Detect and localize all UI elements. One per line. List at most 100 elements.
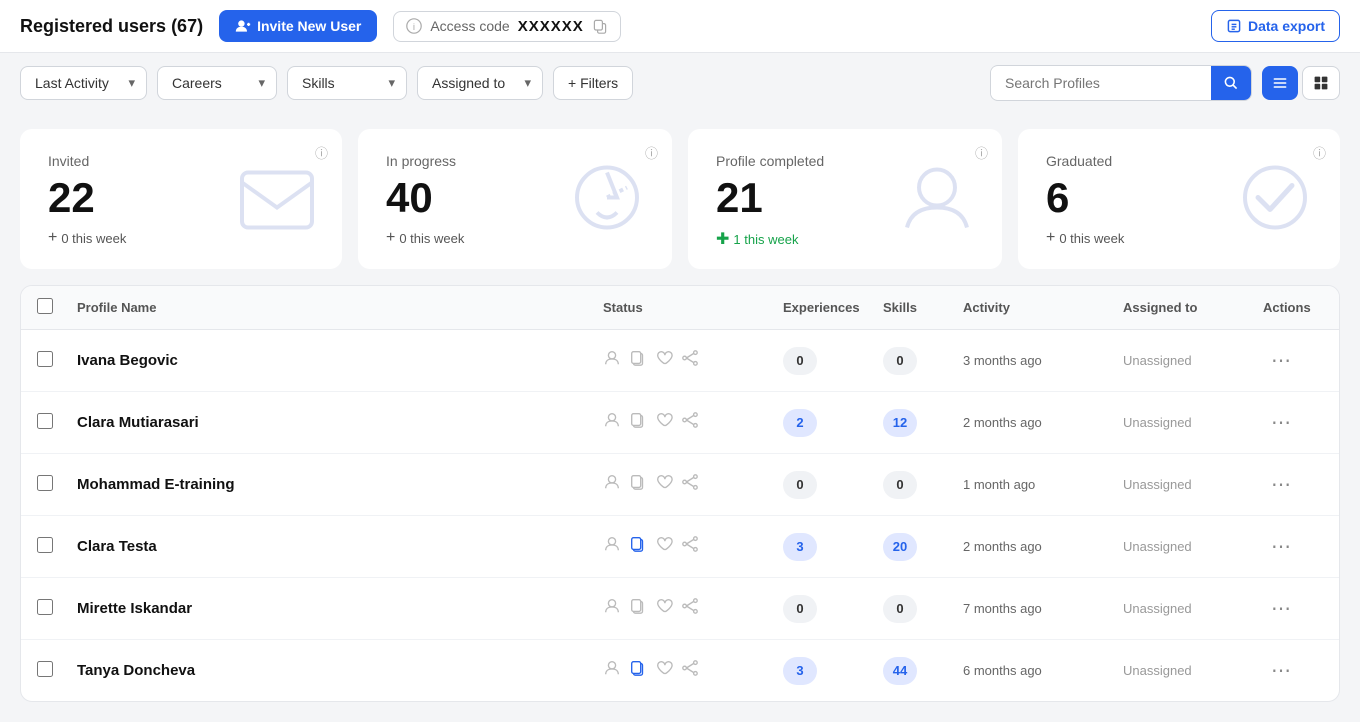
col-profile-name: Profile Name [77,300,603,315]
copy-doc-icon [629,349,647,372]
row-actions-button[interactable]: ⋯ [1263,530,1299,563]
row-checkbox-1[interactable] [37,413,53,429]
stat-card-profile-completed: ⓘ Profile completed 21 ✚ 1 this week [688,129,1002,269]
activity-text: 3 months ago [963,353,1123,368]
skills-filter[interactable]: Skills [287,66,407,100]
row-actions-button[interactable]: ⋯ [1263,654,1299,687]
assigned-to-text: Unassigned [1123,601,1263,616]
stat-card-graduated: ⓘ Graduated 6 + 0 this week [1018,129,1340,269]
status-icons [603,597,783,620]
assigned-to-text: Unassigned [1123,539,1263,554]
list-view-icon [1272,75,1288,91]
status-icons [603,349,783,372]
careers-filter-wrap: Careers [157,66,277,100]
table-row: Tanya Doncheva 3 44 6 months ago Unassig… [21,640,1339,701]
skills-badge: 0 [883,471,917,499]
status-icons [603,659,783,682]
col-assigned-to: Assigned to [1123,300,1263,315]
heart-icon [655,349,673,372]
col-experiences: Experiences [783,300,883,315]
info-icon: i [406,18,422,34]
search-wrap [990,65,1252,101]
skills-badge: 44 [883,657,917,685]
copy-icon[interactable] [592,18,608,34]
row-checkbox-3[interactable] [37,537,53,553]
stats-row: ⓘ Invited 22 + 0 this week ⓘ In progress… [0,113,1360,285]
row-checkbox-0[interactable] [37,351,53,367]
data-export-button[interactable]: Data export [1211,10,1340,42]
skills-badge: 0 [883,595,917,623]
stat-icon [232,153,322,246]
assigned-to-filter[interactable]: Assigned to [417,66,543,100]
activity-text: 1 month ago [963,477,1123,492]
assigned-to-filter-wrap: Assigned to [417,66,543,100]
last-activity-filter[interactable]: Last Activity [20,66,147,100]
table-row: Mirette Iskandar 0 0 7 months ago Unassi… [21,578,1339,640]
stat-card-invited: ⓘ Invited 22 + 0 this week [20,129,342,269]
row-actions-button[interactable]: ⋯ [1263,468,1299,501]
profile-name: Tanya Doncheva [77,662,603,679]
share-icon [681,349,699,372]
profile-name: Clara Mutiarasari [77,414,603,431]
table-row: Ivana Begovic 0 0 3 months ago Unassigne… [21,330,1339,392]
stat-icon [562,153,652,246]
row-actions-button[interactable]: ⋯ [1263,592,1299,625]
row-checkbox-4[interactable] [37,599,53,615]
profile-name: Mirette Iskandar [77,600,603,617]
profile-name: Ivana Begovic [77,352,603,369]
copy-doc-icon [629,411,647,434]
careers-filter[interactable]: Careers [157,66,277,100]
copy-doc-icon [629,473,647,496]
invite-icon [235,18,251,34]
search-input[interactable] [991,67,1211,99]
row-checkbox-5[interactable] [37,661,53,677]
export-icon [1226,18,1242,34]
access-code-value: XXXXXX [518,18,584,35]
stat-card-in-progress: ⓘ In progress 40 + 0 this week [358,129,672,269]
person-icon [603,659,621,682]
col-status: Status [603,300,783,315]
share-icon [681,411,699,434]
row-actions-button[interactable]: ⋯ [1263,344,1299,377]
copy-doc-icon [629,535,647,558]
svg-text:i: i [413,22,415,33]
status-icons [603,535,783,558]
table-header: Profile Name Status Experiences Skills A… [21,286,1339,330]
person-icon [603,349,621,372]
share-icon [681,535,699,558]
top-bar: Registered users (67) Invite New User i … [0,0,1360,53]
status-icons [603,473,783,496]
experiences-badge: 0 [783,347,817,375]
person-icon [603,411,621,434]
activity-text: 7 months ago [963,601,1123,616]
filters-button[interactable]: + Filters [553,66,633,100]
view-toggle [1262,66,1340,100]
col-actions: Actions [1263,300,1323,315]
row-checkbox-2[interactable] [37,475,53,491]
assigned-to-text: Unassigned [1123,477,1263,492]
invite-new-user-button[interactable]: Invite New User [219,10,377,42]
assigned-to-text: Unassigned [1123,663,1263,678]
users-table: Profile Name Status Experiences Skills A… [20,285,1340,702]
heart-icon [655,411,673,434]
skills-badge: 20 [883,533,917,561]
col-skills: Skills [883,300,963,315]
heart-icon [655,535,673,558]
person-icon [603,535,621,558]
stat-icon [892,153,982,246]
activity-text: 6 months ago [963,663,1123,678]
skills-filter-wrap: Skills [287,66,407,100]
row-actions-button[interactable]: ⋯ [1263,406,1299,439]
status-icons [603,411,783,434]
table-body: Ivana Begovic 0 0 3 months ago Unassigne… [21,330,1339,701]
last-activity-filter-wrap: Last Activity [20,66,147,100]
experiences-badge: 2 [783,409,817,437]
list-view-button[interactable] [1262,66,1298,100]
table-row: Mohammad E-training 0 0 1 month ago Unas… [21,454,1339,516]
select-all-checkbox[interactable] [37,298,53,314]
assigned-to-text: Unassigned [1123,415,1263,430]
share-icon [681,659,699,682]
search-button[interactable] [1211,66,1251,100]
experiences-badge: 0 [783,595,817,623]
grid-view-button[interactable] [1302,66,1340,100]
